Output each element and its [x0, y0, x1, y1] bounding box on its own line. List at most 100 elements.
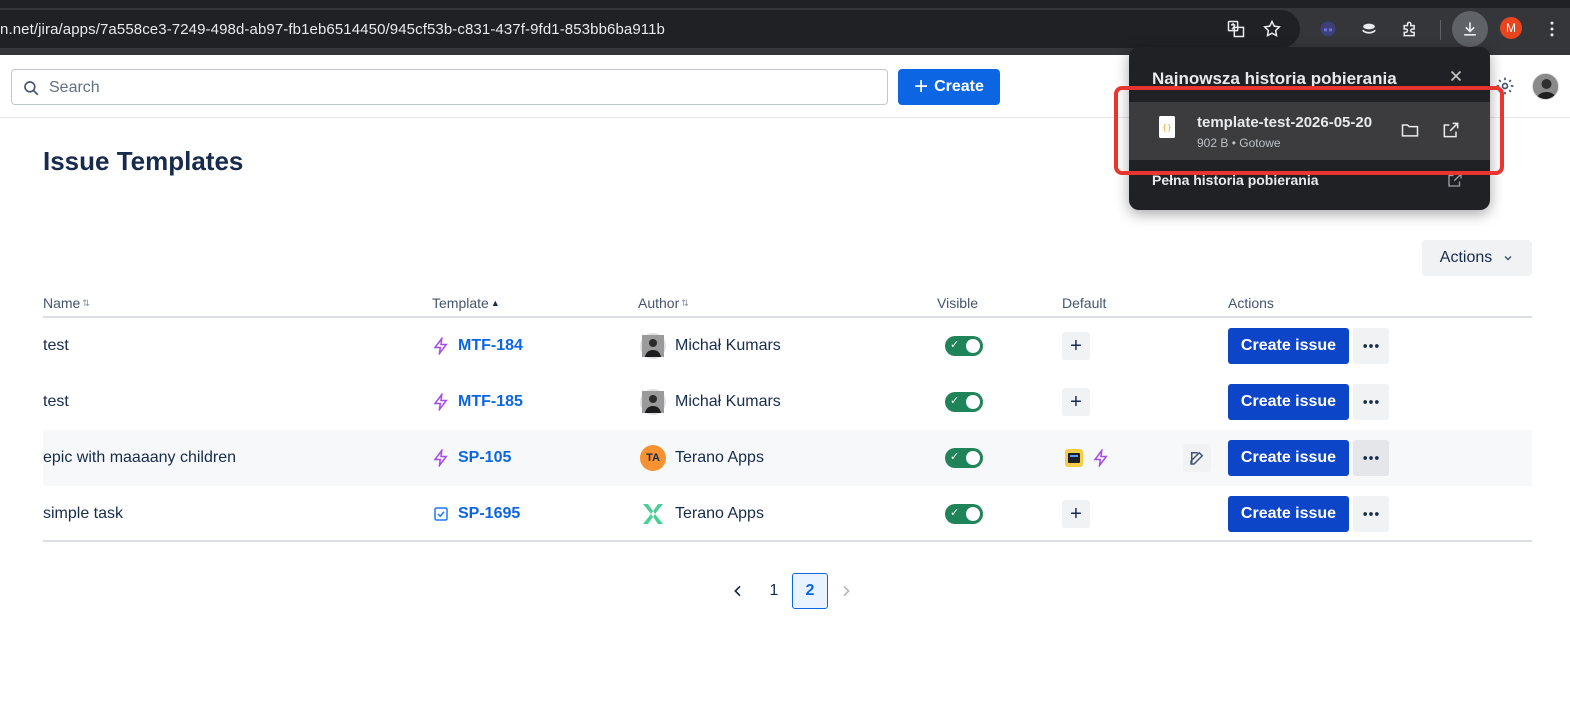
address-bar[interactable]: n.net/jira/apps/7a558ce3-7249-498d-ab97-… [0, 10, 1300, 48]
issue-key-link[interactable]: SP-105 [432, 430, 511, 486]
plus-icon: + [914, 73, 929, 100]
search-placeholder: Search [49, 79, 100, 96]
task-checkbox-icon [434, 507, 448, 521]
actions-dropdown[interactable]: Actions [1422, 240, 1532, 276]
template-name: test [43, 337, 69, 354]
column-header-name[interactable]: Name ⇅ [43, 295, 90, 311]
search-input[interactable]: Search [11, 69, 888, 105]
check-icon: ✓ [950, 339, 960, 351]
bookmark-star-icon[interactable] [1260, 17, 1284, 41]
author-name: Terano Apps [675, 449, 764, 466]
toolbar-separator [1440, 20, 1441, 40]
author-cell: Michał Kumars [640, 374, 781, 430]
create-issue-label: Create issue [1228, 496, 1349, 532]
plus-icon: + [1062, 500, 1090, 528]
kebab-menu-icon[interactable] [1540, 17, 1564, 41]
create-issue-label: Create issue [1228, 384, 1349, 420]
more-dots-icon [1353, 328, 1389, 364]
author-name: Michał Kumars [675, 337, 781, 354]
create-issue-label: Create issue [1228, 328, 1349, 364]
create-issue-button[interactable]: Create issue [1228, 318, 1349, 374]
chevron-left-icon [734, 585, 741, 597]
chevron-right-icon [843, 585, 850, 597]
check-icon: ✓ [950, 395, 960, 407]
edit-default-button[interactable] [1183, 430, 1211, 486]
table-header: Name ⇅ Template ▲ Author ⇅ Visible Default … [43, 289, 1532, 318]
template-name: simple task [43, 505, 124, 522]
extensions-puzzle-icon[interactable] [1398, 17, 1422, 41]
epic-lightning-icon [433, 449, 448, 467]
profile-avatar[interactable]: M [1500, 17, 1522, 39]
column-template-label: Template [432, 295, 489, 311]
plus-icon: + [1062, 332, 1090, 360]
annotation-highlight-box [1114, 86, 1504, 175]
page-title: Issue Templates [43, 146, 244, 176]
set-default-button[interactable]: + [1062, 486, 1090, 542]
download-icon [1464, 22, 1476, 36]
epic-lightning-icon [433, 393, 448, 411]
more-dots-icon [1353, 384, 1389, 420]
author-cell: TA Terano Apps [640, 430, 764, 486]
check-icon: ✓ [950, 451, 960, 463]
prev-page-button[interactable] [720, 573, 756, 609]
create-button[interactable]: + Create [898, 69, 1000, 105]
template-name: test [43, 393, 69, 410]
project-icon [1065, 449, 1083, 467]
issue-key-link[interactable]: MTF-185 [432, 374, 523, 430]
issue-key: SP-1695 [458, 505, 521, 522]
sort-ascending-icon: ▲ [490, 298, 500, 308]
page-2-button[interactable]: 2 [792, 573, 828, 609]
create-issue-button[interactable]: Create issue [1228, 430, 1349, 486]
plus-icon: + [1062, 388, 1090, 416]
extension-incognito-icon[interactable] [1316, 17, 1340, 41]
create-issue-button[interactable]: Create issue [1228, 486, 1349, 542]
sort-icon: ⇅ [82, 297, 90, 308]
visible-toggle[interactable]: ✓ [945, 374, 983, 430]
column-header-author[interactable]: Author ⇅ [638, 295, 689, 311]
default-project-cell [1064, 430, 1110, 486]
create-issue-button[interactable]: Create issue [1228, 374, 1349, 430]
author-avatar [640, 389, 666, 415]
toggle-switch: ✓ [945, 392, 983, 412]
edit-icon [1183, 444, 1211, 472]
more-actions-button[interactable] [1353, 486, 1389, 542]
url-text: n.net/jira/apps/7a558ce3-7249-498d-ab97-… [0, 21, 665, 38]
browser-tabstrip [0, 0, 1570, 8]
table-row: epic with maaaany children SP-105 TA Ter… [43, 430, 1532, 486]
more-actions-button[interactable] [1353, 318, 1389, 374]
column-header-template[interactable]: Template ▲ [432, 295, 500, 311]
more-dots-icon [1353, 496, 1389, 532]
set-default-button[interactable]: + [1062, 318, 1090, 374]
toggle-switch: ✓ [945, 448, 983, 468]
more-actions-button[interactable] [1353, 430, 1389, 486]
column-header-default: Default [1062, 295, 1107, 311]
templates-table: Name ⇅ Template ▲ Author ⇅ Visible Default … [43, 289, 1532, 542]
visible-toggle[interactable]: ✓ [945, 318, 983, 374]
issue-key-link[interactable]: SP-1695 [432, 486, 520, 542]
user-avatar[interactable] [1532, 73, 1559, 100]
pagination: 1 2 [720, 573, 864, 609]
visible-toggle[interactable]: ✓ [945, 430, 983, 486]
column-header-visible: Visible [937, 295, 978, 311]
table-row: test MTF-184 Michał Kumars ✓ + Create is… [43, 318, 1532, 374]
visible-toggle[interactable]: ✓ [945, 486, 983, 542]
page-1-button[interactable]: 1 [756, 573, 792, 609]
set-default-button[interactable]: + [1062, 374, 1090, 430]
issue-key: MTF-185 [458, 393, 523, 410]
more-actions-button[interactable] [1353, 374, 1389, 430]
translate-icon[interactable] [1224, 17, 1248, 41]
issue-key: MTF-184 [458, 337, 523, 354]
next-page-button[interactable] [828, 573, 864, 609]
check-icon: ✓ [950, 507, 960, 519]
table-row: test MTF-185 Michał Kumars ✓ + Create is… [43, 374, 1532, 430]
close-icon[interactable] [1447, 67, 1465, 85]
author-cell: Michał Kumars [640, 318, 781, 374]
actions-dropdown-label: Actions [1439, 249, 1493, 266]
extension-stack-icon[interactable] [1357, 17, 1381, 41]
downloads-button[interactable] [1452, 11, 1488, 47]
issue-key-link[interactable]: MTF-184 [432, 318, 523, 374]
toggle-switch: ✓ [945, 336, 983, 356]
more-dots-icon [1353, 440, 1389, 476]
epic-lightning-icon [1093, 449, 1108, 467]
terano-logo-icon [643, 504, 663, 524]
